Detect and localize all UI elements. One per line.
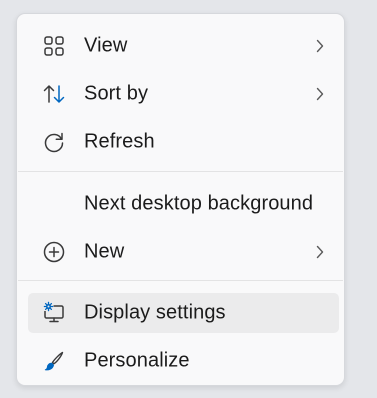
menu-item-label: Sort by (84, 82, 149, 105)
chevron-right-icon (316, 87, 324, 101)
menu-item-label: New (84, 240, 125, 263)
menu-item-next-desktop-background[interactable]: Next desktop background (28, 184, 339, 224)
menu-item-label: Personalize (84, 349, 190, 372)
desktop-context-menu: View Sort by Refresh Next desktop backgr… (16, 13, 345, 386)
menu-item-sort-by[interactable]: Sort by (28, 74, 339, 114)
menu-item-label: Next desktop background (84, 192, 314, 215)
menu-item-view[interactable]: View (28, 26, 339, 66)
refresh-icon (44, 132, 64, 153)
chevron-right-icon (316, 39, 324, 53)
chevron-right-icon (316, 245, 324, 259)
sort-arrows-icon (43, 85, 65, 103)
menu-separator (18, 280, 343, 281)
menu-separator (18, 171, 343, 172)
menu-item-label: Display settings (84, 301, 226, 324)
menu-item-new[interactable]: New (28, 232, 339, 272)
display-settings-icon (43, 301, 64, 323)
paintbrush-icon (44, 351, 64, 371)
menu-item-label: View (84, 34, 128, 57)
menu-item-refresh[interactable]: Refresh (28, 122, 339, 162)
plus-circle-icon (43, 241, 65, 263)
menu-item-display-settings[interactable]: Display settings (28, 293, 339, 333)
menu-item-personalize[interactable]: Personalize (28, 341, 339, 381)
grid-icon (44, 36, 64, 56)
menu-item-label: Refresh (84, 130, 155, 153)
